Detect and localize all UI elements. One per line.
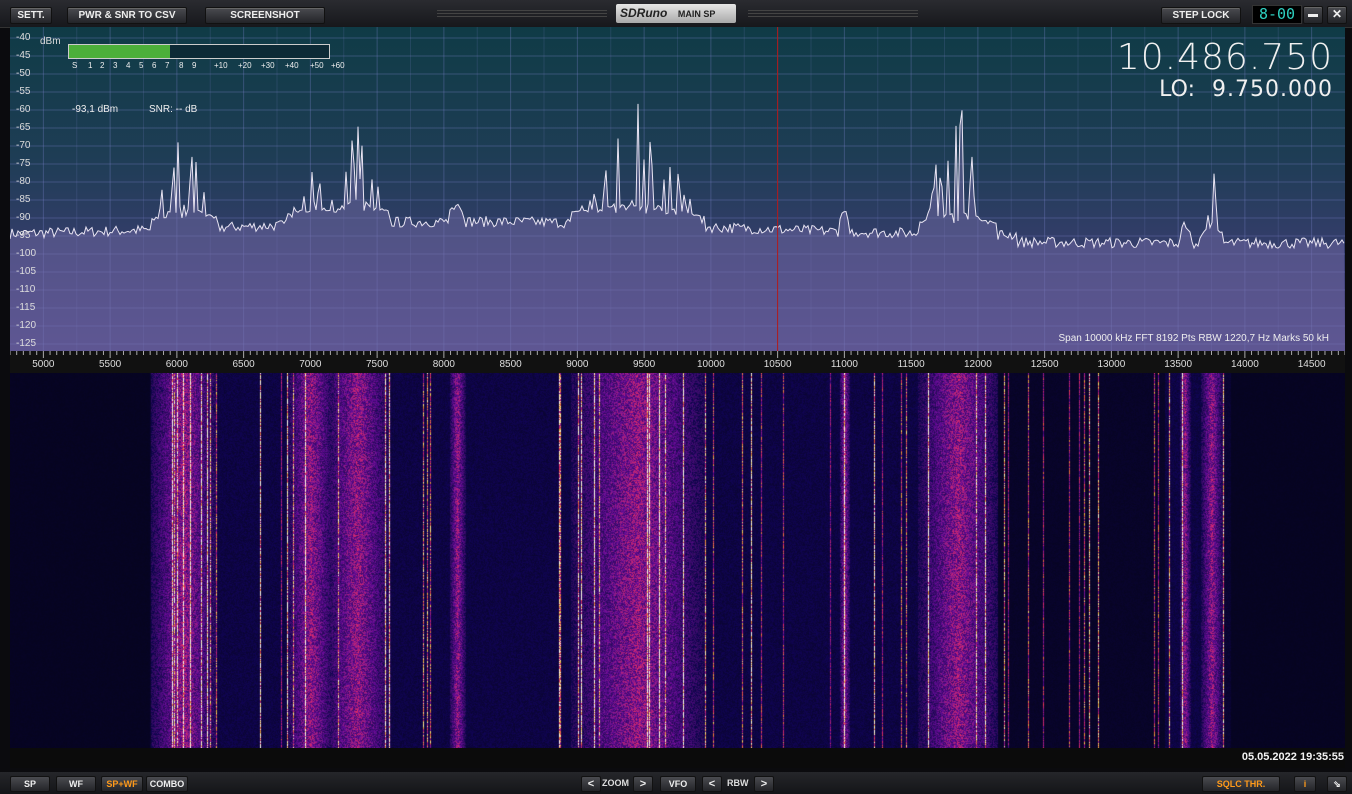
s-meter-tick: 4 bbox=[126, 61, 131, 70]
lo-label: LO: bbox=[1159, 77, 1195, 102]
span-info: Span 10000 kHz FFT 8192 Pts RBW 1220,7 H… bbox=[1058, 333, 1330, 344]
frequency-label: 9000 bbox=[566, 359, 589, 370]
settings-button[interactable]: SETT. bbox=[10, 7, 52, 24]
s-meter-tick: 3 bbox=[113, 61, 118, 70]
axis-ticks bbox=[10, 351, 1345, 358]
s-meter-tick: +50 bbox=[310, 61, 324, 70]
waterfall-panel[interactable] bbox=[10, 373, 1345, 748]
db-label: -55 bbox=[16, 86, 31, 97]
sqlc-threshold-button[interactable]: SQLC THR. bbox=[1202, 776, 1280, 792]
frequency-label: 10000 bbox=[696, 359, 725, 370]
screenshot-button[interactable]: SCREENSHOT bbox=[205, 7, 325, 24]
db-unit-label: dBm bbox=[40, 36, 61, 47]
resize-icon[interactable]: ⇘ bbox=[1327, 776, 1347, 792]
db-label: -125 bbox=[16, 338, 37, 349]
bottom-toolbar: SP WF SP+WF COMBO < ZOOM > VFO < RBW > S… bbox=[0, 772, 1352, 794]
spectrum-panel[interactable]: -40 -45 -50 -55 -60 -65 -70 -75 -80 -85 -90 -95 -100… bbox=[10, 27, 1345, 351]
window-brand: SDRuno MAIN SP bbox=[616, 4, 736, 23]
frequency-label: 12000 bbox=[963, 359, 992, 370]
wf-mode-button[interactable]: WF bbox=[56, 776, 96, 792]
s-meter-tick: +10 bbox=[214, 61, 228, 70]
s-meter-tick: 6 bbox=[152, 61, 157, 70]
frequency-label: 11500 bbox=[897, 359, 925, 370]
s-meter-tick: 1 bbox=[88, 61, 93, 70]
frequency-axis[interactable]: 5000 5500 6000 6500 7000 7500 8000 8500 9000 9500… bbox=[10, 351, 1345, 373]
frequency-label: 7000 bbox=[299, 359, 322, 370]
zoom-out-button[interactable]: < bbox=[581, 776, 601, 792]
timestamp: 05.05.2022 19:35:55 bbox=[1241, 751, 1344, 763]
minimize-button[interactable]: ▬ bbox=[1303, 6, 1323, 24]
db-label: -110 bbox=[16, 284, 36, 295]
db-label: -45 bbox=[16, 50, 31, 61]
sdruno-logo: SDRuno bbox=[620, 6, 668, 20]
s-meter-tick: 8 bbox=[179, 61, 184, 70]
waterfall-canvas[interactable] bbox=[10, 373, 1345, 748]
db-label: -95 bbox=[16, 230, 31, 241]
snr-readout: SNR: -- dB bbox=[149, 104, 198, 115]
step-lock-button[interactable]: STEP LOCK bbox=[1161, 7, 1241, 24]
db-label: -115 bbox=[16, 302, 36, 313]
zoom-in-button[interactable]: > bbox=[633, 776, 653, 792]
db-label: -90 bbox=[16, 212, 31, 223]
frequency-label: 12500 bbox=[1030, 359, 1059, 370]
rbw-label: RBW bbox=[727, 778, 749, 788]
s-meter-tick: +30 bbox=[261, 61, 275, 70]
frequency-label: 11000 bbox=[830, 359, 858, 370]
info-button[interactable]: i bbox=[1294, 776, 1316, 792]
drag-grip-left[interactable] bbox=[437, 10, 607, 19]
frequency-label: 14000 bbox=[1230, 359, 1259, 370]
s-meter-tick: 7 bbox=[165, 61, 170, 70]
frequency-label: 13000 bbox=[1097, 359, 1126, 370]
export-csv-button[interactable]: PWR & SNR TO CSV bbox=[67, 7, 187, 24]
sp-mode-button[interactable]: SP bbox=[10, 776, 50, 792]
frequency-label: 6500 bbox=[232, 359, 255, 370]
s-meter-tick: +60 bbox=[331, 61, 345, 70]
db-label: -70 bbox=[16, 140, 31, 151]
db-label: -40 bbox=[16, 32, 31, 43]
s-meter-tick: 9 bbox=[192, 61, 197, 70]
rbw-decrease-button[interactable]: < bbox=[702, 776, 722, 792]
waterfall-footer bbox=[10, 748, 1345, 768]
db-label: -65 bbox=[16, 122, 31, 133]
vfo-frequency[interactable]: 10.486.750 bbox=[1117, 37, 1333, 78]
window-name: MAIN SP bbox=[677, 9, 716, 19]
combo-mode-button[interactable]: COMBO bbox=[146, 776, 188, 792]
frequency-label: 5000 bbox=[32, 359, 55, 370]
s-meter-fill bbox=[69, 45, 171, 58]
power-readout: -93,1 dBm bbox=[72, 104, 119, 115]
frequency-label: 9500 bbox=[633, 359, 656, 370]
db-label: -85 bbox=[16, 194, 31, 205]
drag-grip-right[interactable] bbox=[748, 10, 918, 19]
lo-frequency[interactable]: 9.750.000 bbox=[1212, 77, 1333, 102]
frequency-label: 6000 bbox=[165, 359, 188, 370]
s-meter-tick: 5 bbox=[139, 61, 144, 70]
s-meter-tick: 2 bbox=[100, 61, 105, 70]
s-meter-tick: +20 bbox=[238, 61, 252, 70]
db-label: -80 bbox=[16, 176, 31, 187]
frequency-label: 14500 bbox=[1297, 359, 1326, 370]
sp-wf-mode-button[interactable]: SP+WF bbox=[101, 776, 143, 792]
frequency-label: 7500 bbox=[366, 359, 389, 370]
db-label: -75 bbox=[16, 158, 31, 169]
rbw-increase-button[interactable]: > bbox=[754, 776, 774, 792]
db-label: -120 bbox=[16, 320, 37, 331]
s-meter-tick: +40 bbox=[285, 61, 299, 70]
digital-display: 8-00 bbox=[1252, 5, 1302, 24]
db-label: -50 bbox=[16, 68, 31, 79]
s-meter-tick: S bbox=[72, 61, 78, 70]
s-meter bbox=[68, 44, 330, 59]
top-toolbar: SETT. PWR & SNR TO CSV SCREENSHOT SDRuno… bbox=[0, 0, 1352, 28]
db-label: -100 bbox=[16, 248, 37, 259]
db-label: -60 bbox=[16, 104, 31, 115]
frequency-label: 10500 bbox=[763, 359, 792, 370]
frequency-label: 5500 bbox=[99, 359, 122, 370]
frequency-label: 8500 bbox=[499, 359, 522, 370]
vfo-button[interactable]: VFO bbox=[660, 776, 696, 792]
frequency-label: 13500 bbox=[1164, 359, 1193, 370]
frequency-label: 8000 bbox=[432, 359, 455, 370]
zoom-label: ZOOM bbox=[602, 778, 629, 788]
db-label: -105 bbox=[16, 266, 37, 277]
close-button[interactable]: ✕ bbox=[1327, 6, 1347, 24]
